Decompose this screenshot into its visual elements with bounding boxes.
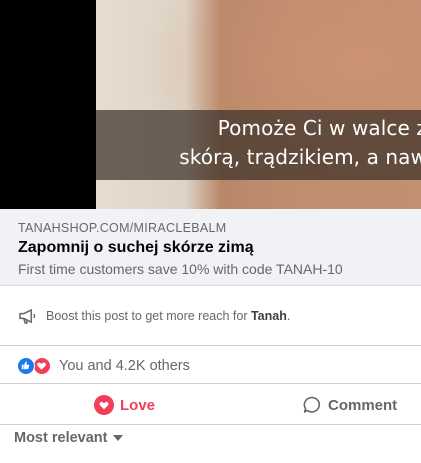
love-label: Love [120, 396, 156, 414]
megaphone-icon [19, 309, 36, 324]
video-caption-line-2: skórą, trądzikiem, a naw [179, 145, 421, 169]
link-description: First time customers save 10% with code … [18, 261, 343, 277]
reactions-count: You and 4.2K others [59, 358, 190, 374]
boost-text: Boost this post to get more reach for Ta… [46, 309, 291, 323]
comment-sort-dropdown[interactable]: Most relevant [14, 430, 124, 446]
video-letterbox [0, 0, 96, 209]
link-preview-card[interactable]: TANAHSHOP.COM/MIRACLEBALM Zapomnij o suc… [0, 209, 421, 286]
comment-button[interactable]: Comment [302, 385, 397, 425]
sort-label: Most relevant [14, 430, 108, 446]
comment-icon [303, 396, 321, 413]
post-video[interactable]: Pomoże Ci w walce z skórą, trądzikiem, a… [0, 0, 421, 209]
love-icon [94, 395, 114, 415]
boost-post-banner[interactable]: Boost this post to get more reach for Ta… [0, 287, 421, 346]
love-button[interactable]: Love [94, 385, 155, 425]
comment-label: Comment [328, 396, 398, 414]
chevron-down-icon [113, 435, 124, 441]
page-name[interactable]: Tanah [251, 309, 287, 323]
link-domain: TANAHSHOP.COM/MIRACLEBALM [18, 221, 227, 235]
like-icon [17, 357, 35, 375]
love-icon [33, 357, 51, 375]
link-title: Zapomnij o suchej skórze zimą [18, 239, 254, 256]
video-caption-line-1: Pomoże Ci w walce z [217, 116, 421, 140]
post-actions: Love Comment [0, 385, 421, 425]
reactions-summary[interactable]: You and 4.2K others [0, 347, 421, 384]
